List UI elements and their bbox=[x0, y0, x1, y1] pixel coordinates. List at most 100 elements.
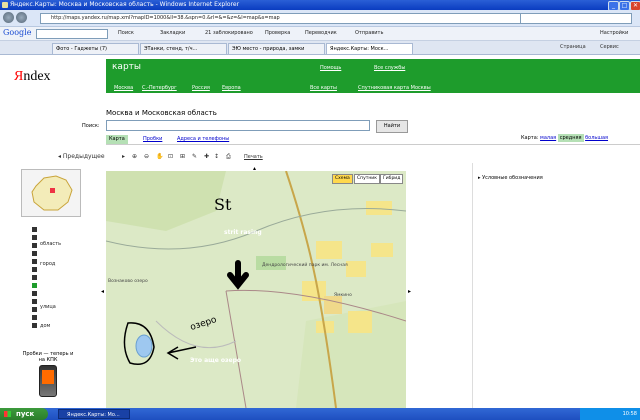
city-russia[interactable]: Россия bbox=[192, 85, 210, 91]
zoom-label-house: дом bbox=[40, 323, 51, 329]
zoom-label-city: город bbox=[40, 261, 56, 267]
zoom-step[interactable] bbox=[32, 275, 37, 280]
mode-hybrid[interactable]: Гибрид bbox=[380, 174, 404, 184]
pan-up-icon[interactable]: ▴ bbox=[253, 165, 256, 172]
legend-toggle[interactable]: ▸ Условные обозначения bbox=[478, 175, 543, 181]
size-large[interactable]: большая bbox=[585, 135, 608, 141]
pda-traffic-promo[interactable]: Пробки — теперь и на КПК bbox=[22, 351, 74, 408]
tab-traffic[interactable]: Пробки bbox=[140, 135, 165, 144]
map-canvas[interactable] bbox=[106, 171, 406, 408]
find-button[interactable]: Найти bbox=[376, 120, 408, 133]
zoom-in-icon[interactable]: ⊕ bbox=[132, 153, 137, 160]
pencil-icon[interactable]: ✎ bbox=[192, 153, 197, 160]
next-view-icon[interactable]: ▸ bbox=[122, 153, 125, 160]
zoom-step-current[interactable] bbox=[32, 283, 37, 288]
search-input[interactable] bbox=[106, 120, 370, 131]
tab-photo[interactable]: Фото - Гаджеты (7) bbox=[52, 43, 139, 54]
tab-tanks[interactable]: ЭТанки, стенд, т/ч... bbox=[140, 43, 227, 54]
taskbar-item-ie[interactable]: Яндекс.Карты: Мо... bbox=[58, 409, 130, 419]
handwritten-note: Это аще озеро bbox=[190, 357, 242, 364]
zoom-step[interactable] bbox=[32, 323, 37, 328]
size-medium[interactable]: средняя bbox=[557, 134, 584, 142]
map-label-lake: Вознаково озеро bbox=[108, 279, 148, 284]
city-europe[interactable]: Европа bbox=[222, 85, 241, 91]
address-bar: http://maps.yandex.ru/map.xml?mapID=1000… bbox=[0, 10, 640, 27]
all-maps-link[interactable]: Все карты bbox=[310, 85, 337, 91]
ie-icon bbox=[2, 2, 8, 8]
zoom-step[interactable] bbox=[32, 307, 37, 312]
zoom-step[interactable] bbox=[32, 243, 37, 248]
hand-icon[interactable]: ✋ bbox=[156, 153, 163, 160]
prev-view-button[interactable]: ◂ Предыдущее bbox=[58, 153, 105, 160]
right-panel-divider bbox=[472, 163, 473, 408]
header-bar: карты Помощь Все службы Москва С.-Петерб… bbox=[106, 59, 640, 93]
tab-divider bbox=[106, 144, 640, 145]
size-small[interactable]: малая bbox=[540, 135, 556, 141]
url-input[interactable]: http://maps.yandex.ru/map.xml?mapID=1000… bbox=[40, 13, 522, 24]
zoom-out-icon[interactable]: ⊖ bbox=[144, 153, 149, 160]
toolbar-settings[interactable]: Настройки bbox=[600, 30, 628, 36]
tools-menu[interactable]: Сервис bbox=[600, 44, 619, 50]
mode-satellite[interactable]: Спутник bbox=[354, 174, 380, 184]
region-outline bbox=[31, 175, 73, 211]
satellite-moscow-link[interactable]: Спутниковая карта Москвы bbox=[358, 85, 431, 91]
toolbar-send[interactable]: Отправить bbox=[355, 30, 383, 36]
ruler-icon[interactable]: ⊞ bbox=[180, 153, 185, 160]
print-icon[interactable]: ⎙ bbox=[226, 153, 231, 161]
toolbar-bookmarks[interactable]: Закладки bbox=[160, 30, 185, 36]
back-icon[interactable] bbox=[3, 12, 14, 23]
zoom-step[interactable] bbox=[32, 251, 37, 256]
zoom-step[interactable] bbox=[32, 299, 37, 304]
tab-yandex-maps[interactable]: Яндекс.Карты: Моск... bbox=[326, 43, 413, 54]
map-label-park: Дендрологический парк им. Лесная bbox=[262, 263, 348, 268]
overview-minimap[interactable] bbox=[21, 169, 81, 217]
zoom-step[interactable] bbox=[32, 235, 37, 240]
print-link[interactable]: Печать bbox=[244, 154, 263, 160]
toolbar-popup-blocker[interactable]: 21 заблокировано bbox=[205, 30, 253, 36]
all-services-link[interactable]: Все службы bbox=[374, 65, 405, 71]
start-button[interactable]: пуск bbox=[0, 408, 48, 420]
taskbar: пуск Яндекс.Карты: Мо... 10:58 bbox=[0, 408, 640, 420]
handwritten-st: St bbox=[214, 195, 232, 214]
zoom-area-icon[interactable]: ⊡ bbox=[168, 153, 173, 160]
zoom-label-region: область bbox=[40, 241, 62, 247]
zoom-step[interactable] bbox=[32, 291, 37, 296]
google-toolbar: Google Поиск Закладки 21 заблокировано П… bbox=[0, 27, 640, 41]
web-page: Яndex карты Помощь Все службы Москва С.-… bbox=[0, 55, 640, 408]
google-logo: Google bbox=[3, 28, 32, 37]
help-link[interactable]: Помощь bbox=[320, 65, 341, 71]
map-size-selector: Карта: малая средняя большая bbox=[521, 134, 609, 142]
tab-nature[interactable]: ЭЮ место - природа, замки bbox=[228, 43, 325, 54]
toolbar-search[interactable]: Поиск bbox=[118, 30, 134, 36]
map-label-village: Ямкино bbox=[334, 293, 352, 298]
city-moscow[interactable]: Москва bbox=[114, 85, 133, 91]
toolbar-spellcheck[interactable]: Проверка bbox=[265, 30, 290, 36]
pan-left-icon[interactable]: ◂ bbox=[101, 288, 104, 295]
toolbar-translate[interactable]: Переводчик bbox=[305, 30, 337, 36]
tab-map[interactable]: Карта bbox=[106, 135, 128, 144]
page-menu[interactable]: Страница bbox=[560, 44, 586, 50]
clock: 10:58 bbox=[622, 411, 637, 417]
zoom-step[interactable] bbox=[32, 315, 37, 320]
zoom-step[interactable] bbox=[32, 259, 37, 264]
map-view[interactable]: Схема Спутник Гибрид Вознаково озеро Ден… bbox=[106, 171, 406, 408]
search-label: Поиск: bbox=[82, 123, 100, 129]
zoom-step[interactable] bbox=[32, 227, 37, 232]
tab-strip: Фото - Гаджеты (7) ЭТанки, стенд, т/ч...… bbox=[0, 41, 640, 55]
pan-right-icon[interactable]: ▸ bbox=[408, 288, 411, 295]
live-search-input[interactable] bbox=[520, 13, 632, 24]
system-tray: 10:58 bbox=[580, 408, 640, 420]
zoom-step[interactable] bbox=[32, 267, 37, 272]
move-icon[interactable]: ↕ bbox=[214, 153, 219, 160]
tab-addresses[interactable]: Адреса и телефоны bbox=[174, 135, 232, 144]
city-spb[interactable]: С.-Петербург bbox=[142, 85, 177, 91]
pin-icon[interactable]: ✚ bbox=[204, 153, 209, 160]
yandex-logo[interactable]: Яndex bbox=[14, 69, 51, 85]
window-title: Яндекс.Карты: Москва и Московская област… bbox=[10, 1, 240, 8]
region-title: Москва и Московская область bbox=[106, 109, 217, 117]
google-search-input[interactable] bbox=[36, 29, 108, 39]
forward-icon[interactable] bbox=[16, 12, 27, 23]
zoom-label-street: улица bbox=[40, 304, 56, 310]
mode-scheme[interactable]: Схема bbox=[332, 174, 353, 184]
windows-icon bbox=[4, 411, 11, 417]
